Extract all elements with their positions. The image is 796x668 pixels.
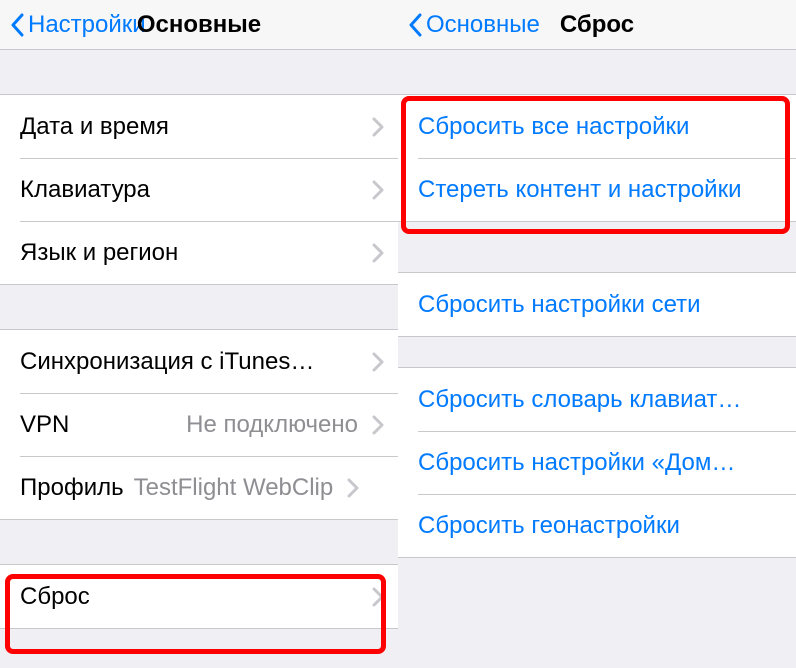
- cell-language-region[interactable]: Язык и регион: [0, 221, 398, 284]
- nav-title-general: Основные: [137, 11, 261, 39]
- group-1: Дата и время Клавиатура Язык и регион: [0, 94, 398, 285]
- pane-reset: Основные Сброс Сбросить все настройки Ст…: [398, 0, 796, 668]
- navbar-general: Настройки Основные: [0, 0, 398, 50]
- chevron-right-icon: [347, 478, 359, 498]
- cell-label: Сбросить настройки сети: [418, 291, 701, 319]
- cell-reset-home[interactable]: Сбросить настройки «Дом…: [398, 431, 796, 494]
- cell-label: Дата и время: [20, 113, 169, 141]
- cell-label: Синхронизация с iTunes…: [20, 348, 314, 376]
- chevron-left-icon: [408, 13, 422, 37]
- cell-label: Профиль: [20, 474, 124, 502]
- cell-profile[interactable]: Профиль TestFlight WebClip: [0, 456, 398, 519]
- cell-reset-keyboard-dict[interactable]: Сбросить словарь клавиат…: [398, 368, 796, 431]
- cell-erase-all[interactable]: Стереть контент и настройки: [398, 158, 796, 221]
- cell-itunes-sync[interactable]: Синхронизация с iTunes…: [0, 330, 398, 393]
- cell-label: Сбросить все настройки: [418, 113, 689, 141]
- back-button-general[interactable]: Основные: [408, 11, 540, 39]
- cell-label: Стереть контент и настройки: [418, 176, 742, 204]
- chevron-right-icon: [372, 117, 384, 137]
- cell-label: Сбросить геонастройки: [418, 512, 680, 540]
- cell-reset-all-settings[interactable]: Сбросить все настройки: [398, 95, 796, 158]
- chevron-right-icon: [372, 352, 384, 372]
- cell-label: Сброс: [20, 583, 90, 611]
- group-3: Сброс: [0, 564, 398, 629]
- content-general: Дата и время Клавиатура Язык и регион Си…: [0, 50, 398, 668]
- cell-label: Язык и регион: [20, 239, 178, 267]
- back-label: Основные: [426, 11, 540, 39]
- cell-label: Сбросить словарь клавиат…: [418, 386, 741, 414]
- chevron-right-icon: [372, 587, 384, 607]
- group-reset-1: Сбросить все настройки Стереть контент и…: [398, 94, 796, 222]
- group-reset-3: Сбросить словарь клавиат… Сбросить настр…: [398, 367, 796, 558]
- cell-vpn[interactable]: VPN Не подключено: [0, 393, 398, 456]
- cell-reset-location[interactable]: Сбросить геонастройки: [398, 494, 796, 557]
- chevron-right-icon: [372, 180, 384, 200]
- chevron-right-icon: [372, 415, 384, 435]
- chevron-left-icon: [10, 13, 24, 37]
- nav-title-reset: Сброс: [560, 11, 634, 39]
- group-2: Синхронизация с iTunes… VPN Не подключен…: [0, 329, 398, 520]
- cell-reset[interactable]: Сброс: [0, 565, 398, 628]
- cell-label: VPN: [20, 411, 69, 439]
- group-reset-2: Сбросить настройки сети: [398, 272, 796, 337]
- cell-value: Не подключено: [186, 411, 358, 439]
- cell-label: Сбросить настройки «Дом…: [418, 449, 735, 477]
- pane-general: Настройки Основные Дата и время Клавиату…: [0, 0, 398, 668]
- content-reset: Сбросить все настройки Стереть контент и…: [398, 50, 796, 668]
- back-button-settings[interactable]: Настройки: [10, 11, 146, 39]
- cell-date-time[interactable]: Дата и время: [0, 95, 398, 158]
- back-label: Настройки: [28, 11, 146, 39]
- navbar-reset: Основные Сброс: [398, 0, 796, 50]
- chevron-right-icon: [372, 243, 384, 263]
- cell-label: Клавиатура: [20, 176, 150, 204]
- cell-value: TestFlight WebClip: [134, 474, 334, 502]
- cell-reset-network[interactable]: Сбросить настройки сети: [398, 273, 796, 336]
- cell-keyboard[interactable]: Клавиатура: [0, 158, 398, 221]
